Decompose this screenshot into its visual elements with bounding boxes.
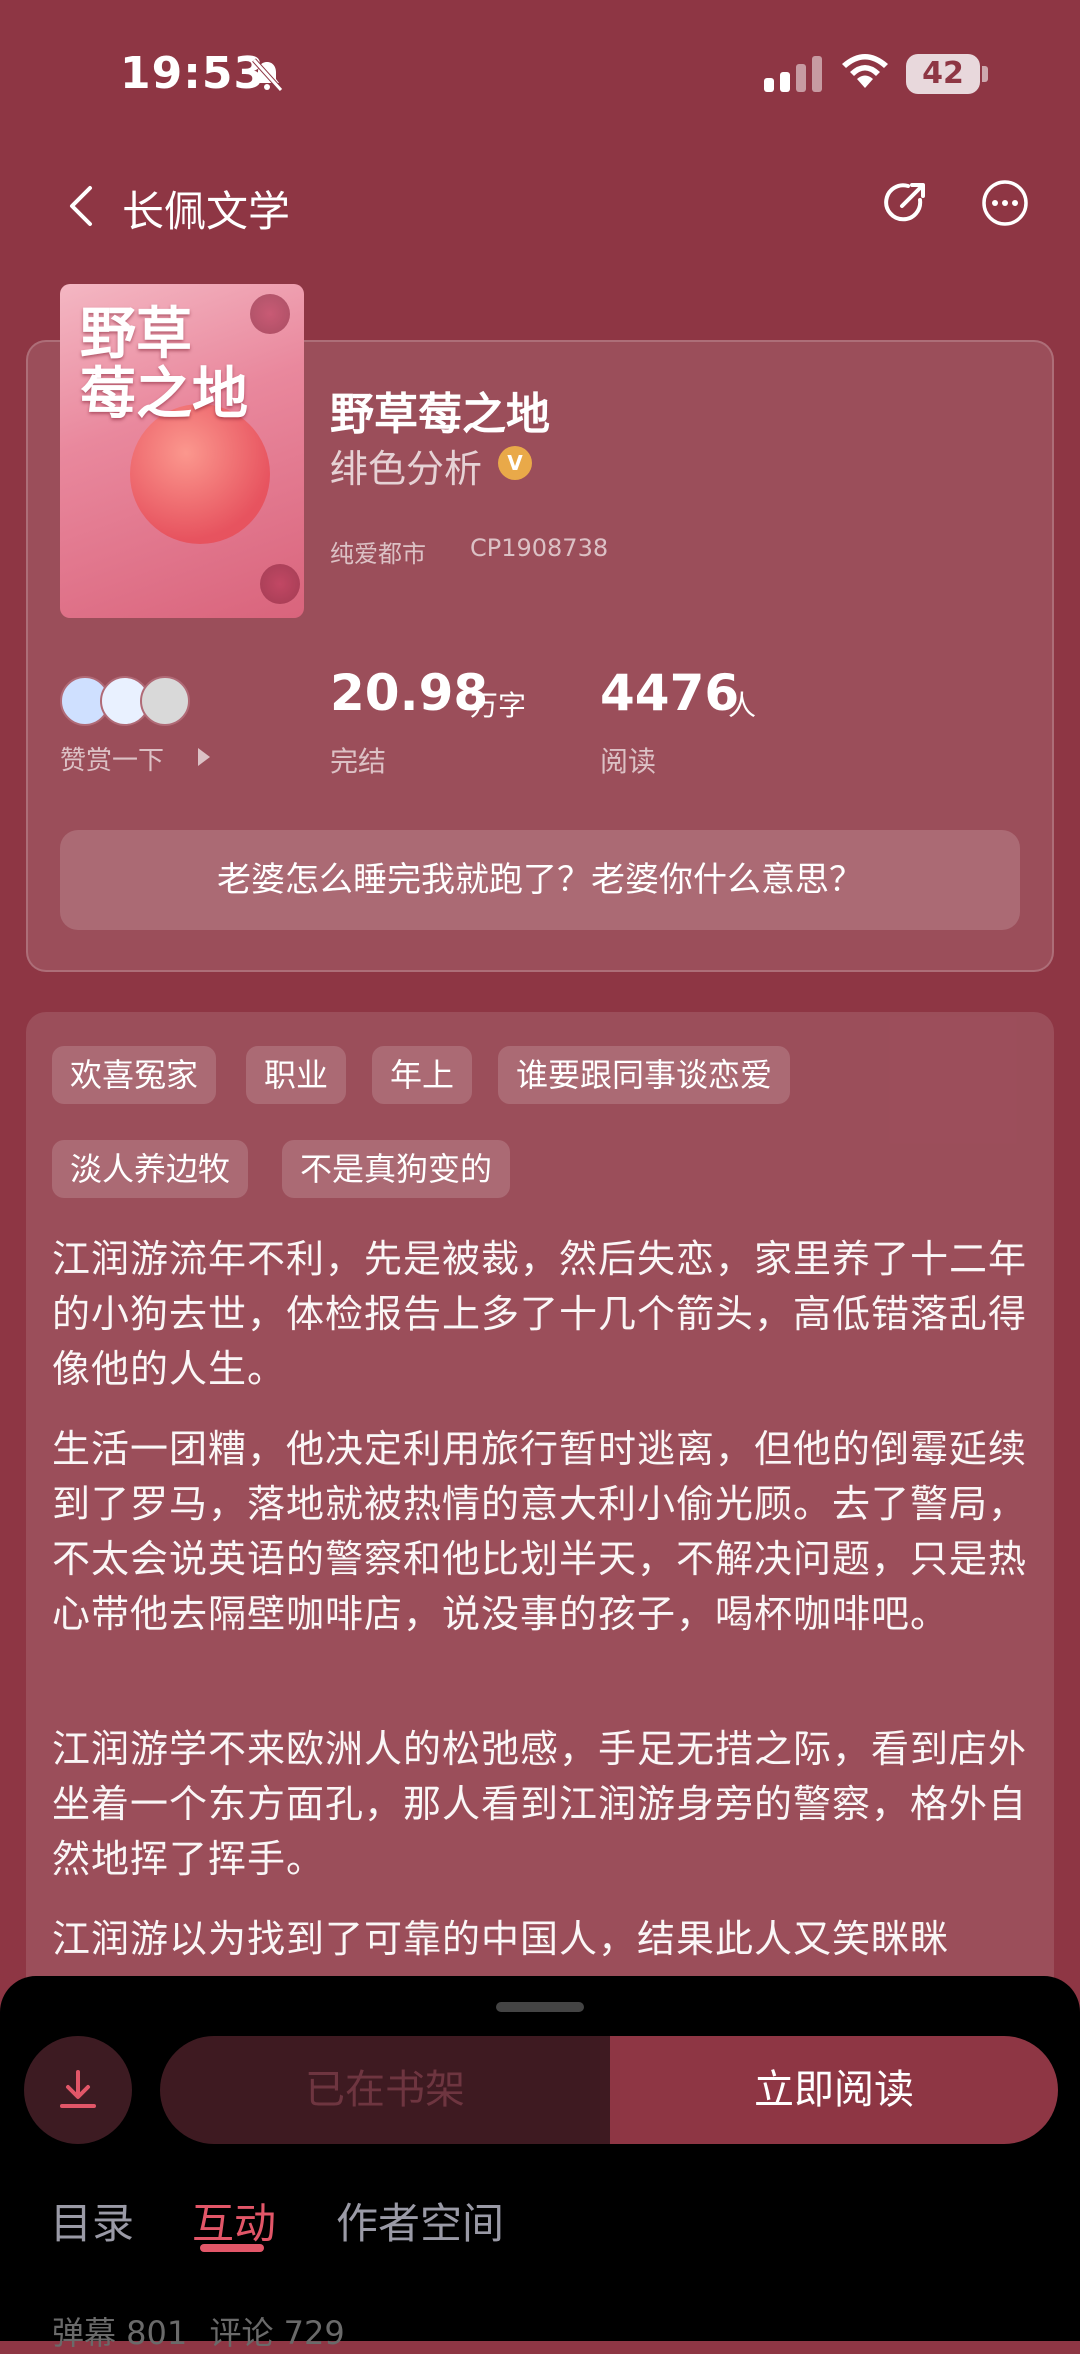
bottom-sheet (0, 1976, 1080, 2341)
synopsis-paragraph: 江润游以为找到了可靠的中国人，结果此人又笑眯眯 (52, 1917, 950, 1961)
tag-chip[interactable]: 不是真狗变的 (282, 1140, 511, 1198)
author-name[interactable]: 绯色分析 (330, 438, 482, 493)
cover-title-art: 野草 莓之地 (80, 301, 248, 427)
signal-icon (764, 56, 828, 92)
book-cp-id: CP1908738 (470, 534, 609, 562)
tag-chip[interactable]: 欢喜冤家 (52, 1046, 217, 1104)
comment-count: 评论 729 (209, 2314, 345, 2352)
reader-count-unit: 人 (728, 689, 757, 722)
tab-interaction[interactable]: 互动 (192, 2190, 276, 2251)
battery-indicator: 42 (906, 54, 980, 94)
bell-muted-icon (252, 58, 283, 92)
more-icon[interactable] (980, 178, 1030, 228)
read-now-button[interactable]: 立即阅读 (610, 2036, 1058, 2144)
word-count: 20.98 (330, 664, 489, 722)
interaction-counts: 弹幕 801 评论 729 (52, 2308, 345, 2354)
word-count-unit: 万字 (470, 689, 527, 722)
cover-flower (250, 294, 290, 334)
cover-flower (260, 564, 300, 604)
synopsis-paragraph: 生活一团糟，他决定利用旅行暂时逃离，但他的倒霉延续到了罗马，落地就被热情的意大利… (52, 1427, 1028, 1636)
synopsis-paragraph: 江润游学不来欧洲人的松弛感，手足无措之际，看到店外坐着一个东方面孔，那人看到江润… (52, 1727, 1028, 1881)
nav-title[interactable]: 长佩文学 (122, 178, 290, 239)
tag-chip[interactable]: 职业 (246, 1046, 347, 1104)
battery-tip (982, 66, 988, 82)
reader-count: 4476 (600, 664, 740, 722)
tag-chip[interactable]: 谁要跟同事谈恋爱 (498, 1046, 791, 1104)
sheet-drag-handle[interactable] (496, 2002, 584, 2012)
download-icon (60, 2070, 96, 2108)
tag-chip[interactable]: 年上 (372, 1046, 473, 1104)
wifi-icon (842, 54, 888, 88)
tag-chip[interactable]: 淡人养边牧 (52, 1140, 249, 1198)
synopsis-paragraph: 江润游流年不利，先是被裁，然后失恋，家里养了十二年的小狗去世，体检报告上多了十几… (52, 1237, 1028, 1391)
completion-status: 完结 (330, 745, 387, 778)
reward-avatars[interactable] (60, 676, 192, 726)
read-actions: 已在书架 立即阅读 (160, 2036, 1058, 2144)
download-button[interactable] (24, 2036, 132, 2144)
status-time: 19:53 (120, 48, 266, 99)
tab-author-space[interactable]: 作者空间 (336, 2190, 504, 2251)
back-icon[interactable] (62, 182, 102, 230)
book-title: 野草莓之地 (330, 389, 550, 440)
danmaku-count: 弹幕 801 (52, 2314, 188, 2352)
book-category: 纯爱都市 (330, 540, 426, 568)
book-tagline: 老婆怎么睡完我就跑了？老婆你什么意思？ (60, 830, 1020, 930)
tab-catalog[interactable]: 目录 (50, 2190, 134, 2251)
avatar (140, 676, 190, 726)
reader-label: 阅读 (600, 745, 657, 778)
reward-button[interactable]: 赞赏一下 (60, 740, 164, 777)
share-icon[interactable] (880, 178, 930, 228)
triangle-right-icon (198, 748, 210, 766)
active-tab-indicator (200, 2244, 264, 2252)
verified-badge-icon: V (498, 446, 532, 480)
on-shelf-button[interactable]: 已在书架 (160, 2036, 610, 2144)
book-cover[interactable]: 野草 莓之地 (60, 284, 304, 618)
